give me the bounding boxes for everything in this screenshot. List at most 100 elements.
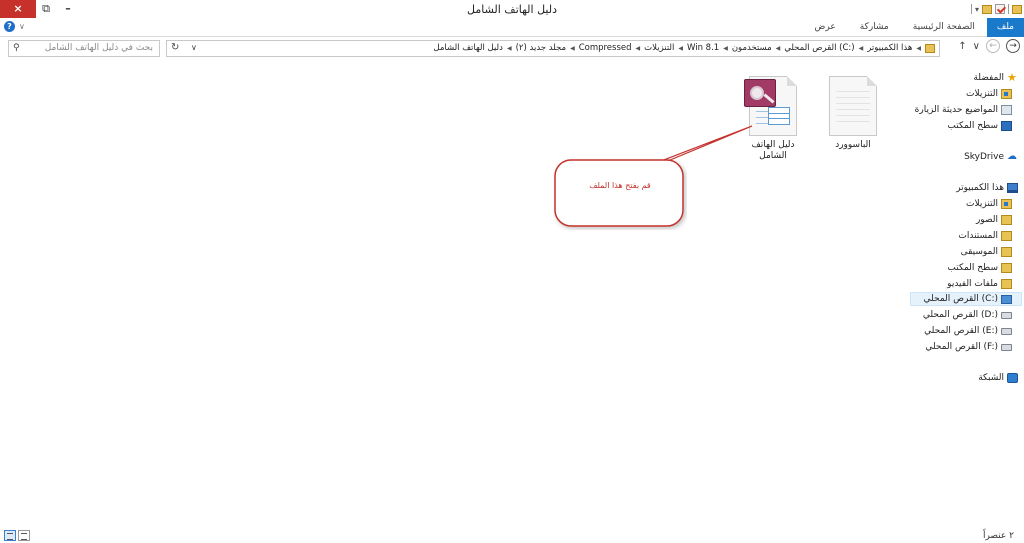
chevron-icon[interactable]: ◀ <box>636 45 641 52</box>
blank-document-icon <box>829 76 877 136</box>
table-glyph <box>768 107 790 125</box>
nav-label: التنزيلات <box>966 89 998 99</box>
ribbon-tabs: ملف الصفحة الرئيسية مشاركة عرض <box>802 18 1024 37</box>
downloads-folder-icon <box>1001 199 1012 209</box>
nav-pc-documents[interactable]: المستندات <box>958 229 1012 243</box>
breadcrumb-item[interactable]: Compressed <box>579 43 632 53</box>
breadcrumb-item[interactable]: Win 8.1 <box>687 43 719 53</box>
nav-this-pc[interactable]: هذا الكمبيوتر <box>956 181 1018 195</box>
nav-fav-desktop[interactable]: سطح المكتب <box>947 119 1012 133</box>
window-title: دليل الهاتف الشامل <box>467 3 557 16</box>
nav-drive-c[interactable]: القرص المحلي (C:) <box>910 292 1022 306</box>
ribbon: ملف الصفحة الرئيسية مشاركة عرض ? ∨ <box>0 18 1024 37</box>
access-logo-icon <box>744 79 776 107</box>
quick-access-toolbar: ▾ <box>970 2 1022 16</box>
nav-skydrive[interactable]: ☁ SkyDrive <box>964 150 1018 164</box>
chevron-icon[interactable]: ◀ <box>776 45 781 52</box>
pictures-folder-icon <box>1001 215 1012 225</box>
videos-folder-icon <box>1001 279 1012 289</box>
nav-fav-recent[interactable]: المواضيع حديثة الزيارة <box>915 103 1012 117</box>
nav-pc-videos[interactable]: ملفات الفيديو <box>947 277 1012 291</box>
nav-label: ملفات الفيديو <box>947 279 998 289</box>
large-icons-view-icon[interactable] <box>4 530 16 541</box>
chevron-icon[interactable]: ◀ <box>916 45 921 52</box>
folder-icon <box>925 43 935 53</box>
nav-label: المستندات <box>958 231 998 241</box>
nav-label: الشبكة <box>978 373 1004 383</box>
new-folder-icon[interactable] <box>982 4 992 14</box>
toolbar-divider <box>970 4 972 14</box>
refresh-icon[interactable]: ↻ <box>171 42 179 53</box>
search-input[interactable]: ⚲ بحث في دليل الهاتف الشامل <box>8 40 160 57</box>
music-folder-icon <box>1001 247 1012 257</box>
breadcrumb-item[interactable]: مستخدمون <box>732 43 772 53</box>
nav-network[interactable]: الشبكة <box>978 371 1018 385</box>
breadcrumb-item[interactable]: هذا الكمبيوتر <box>867 43 912 53</box>
desktop-icon <box>1001 121 1012 131</box>
customize-dropdown-icon[interactable]: ▾ <box>975 5 979 14</box>
recent-locations-icon[interactable]: ∨ <box>973 41 980 52</box>
tab-home[interactable]: الصفحة الرئيسية <box>901 18 987 37</box>
chevron-icon[interactable]: ◀ <box>723 45 728 52</box>
breadcrumb: ◀ هذا الكمبيوتر ◀ القرص المحلي (C:) ◀ مس… <box>433 43 935 53</box>
chevron-icon[interactable]: ◀ <box>507 45 512 52</box>
nav-label: التنزيلات <box>966 199 998 209</box>
tab-view[interactable]: عرض <box>802 18 847 37</box>
navigation-buttons: → ← ∨ ↑ <box>958 39 1020 53</box>
file-item-phonebook[interactable]: دليل الهاتف الشامل <box>740 76 806 162</box>
file-name: دليل الهاتف الشامل <box>751 140 795 161</box>
navigation-pane: ★ المفضلة التنزيلات المواضيع حديثة الزيا… <box>904 66 1024 526</box>
address-bar[interactable]: ↻ ∨ ◀ هذا الكمبيوتر ◀ القرص المحلي (C:) … <box>166 40 940 57</box>
nav-pc-downloads[interactable]: التنزيلات <box>966 197 1012 211</box>
chevron-icon[interactable]: ◀ <box>678 45 683 52</box>
nav-pc-desktop[interactable]: سطح المكتب <box>947 261 1012 275</box>
nav-drive-e[interactable]: القرص المحلي (E:) <box>924 324 1012 338</box>
expand-ribbon-icon[interactable]: ∨ <box>19 22 25 31</box>
toolbar-divider <box>1008 4 1009 14</box>
status-bar: ٢ عنصراً <box>0 528 1024 543</box>
help-icon[interactable]: ? <box>4 21 15 32</box>
file-name: الباسوورد <box>835 140 871 150</box>
breadcrumb-item[interactable]: دليل الهاتف الشامل <box>433 43 503 53</box>
callout-text: قم بفتح هذا الملف <box>589 181 651 190</box>
nav-fav-downloads[interactable]: التنزيلات <box>966 87 1012 101</box>
forward-arrow-icon[interactable]: ← <box>986 39 1000 53</box>
chevron-icon[interactable]: ◀ <box>859 45 864 52</box>
nav-label: القرص المحلي (F:) <box>925 342 998 352</box>
tab-file[interactable]: ملف <box>986 18 1024 37</box>
breadcrumb-item[interactable]: القرص المحلي (C:) <box>784 43 854 53</box>
star-icon: ★ <box>1007 71 1017 84</box>
nav-favorites[interactable]: ★ المفضلة <box>973 71 1018 85</box>
nav-pc-pictures[interactable]: الصور <box>976 213 1012 227</box>
nav-label: SkyDrive <box>964 152 1004 162</box>
nav-label: المفضلة <box>973 73 1004 83</box>
nav-pc-music[interactable]: الموسيقى <box>961 245 1012 259</box>
hard-drive-icon <box>1001 311 1012 319</box>
system-drive-icon <box>1001 294 1012 304</box>
recent-places-icon <box>1001 105 1012 115</box>
nav-label: المواضيع حديثة الزيارة <box>914 105 998 115</box>
nav-label: القرص المحلي (C:) <box>923 294 998 304</box>
breadcrumb-item[interactable]: التنزيلات <box>644 43 674 53</box>
file-item-password[interactable]: الباسوورد <box>820 76 886 151</box>
chevron-icon[interactable]: ◀ <box>570 45 575 52</box>
computer-icon <box>1007 183 1018 193</box>
nav-drive-d[interactable]: القرص المحلي (D:) <box>923 308 1012 322</box>
breadcrumb-item[interactable]: مجلد جديد (٢) <box>516 43 567 53</box>
up-arrow-icon[interactable]: ↑ <box>958 41 966 52</box>
annotation-callout: قم بفتح هذا الملف <box>553 158 687 230</box>
properties-icon[interactable] <box>995 4 1005 14</box>
details-view-icon[interactable] <box>18 530 30 541</box>
documents-folder-icon <box>1001 231 1012 241</box>
title-bar: × ⧉ – دليل الهاتف الشامل ▾ <box>0 0 1024 18</box>
history-dropdown-icon[interactable]: ∨ <box>191 43 197 52</box>
nav-label: القرص المحلي (D:) <box>922 310 998 320</box>
nav-drive-f[interactable]: القرص المحلي (F:) <box>925 340 1012 354</box>
nav-label: سطح المكتب <box>947 263 998 273</box>
network-icon <box>1007 373 1018 383</box>
folder-icon[interactable] <box>1012 4 1022 14</box>
search-icon: ⚲ <box>13 43 20 53</box>
back-arrow-icon[interactable]: → <box>1006 39 1020 53</box>
access-database-icon <box>744 76 797 136</box>
tab-share[interactable]: مشاركة <box>848 18 901 37</box>
